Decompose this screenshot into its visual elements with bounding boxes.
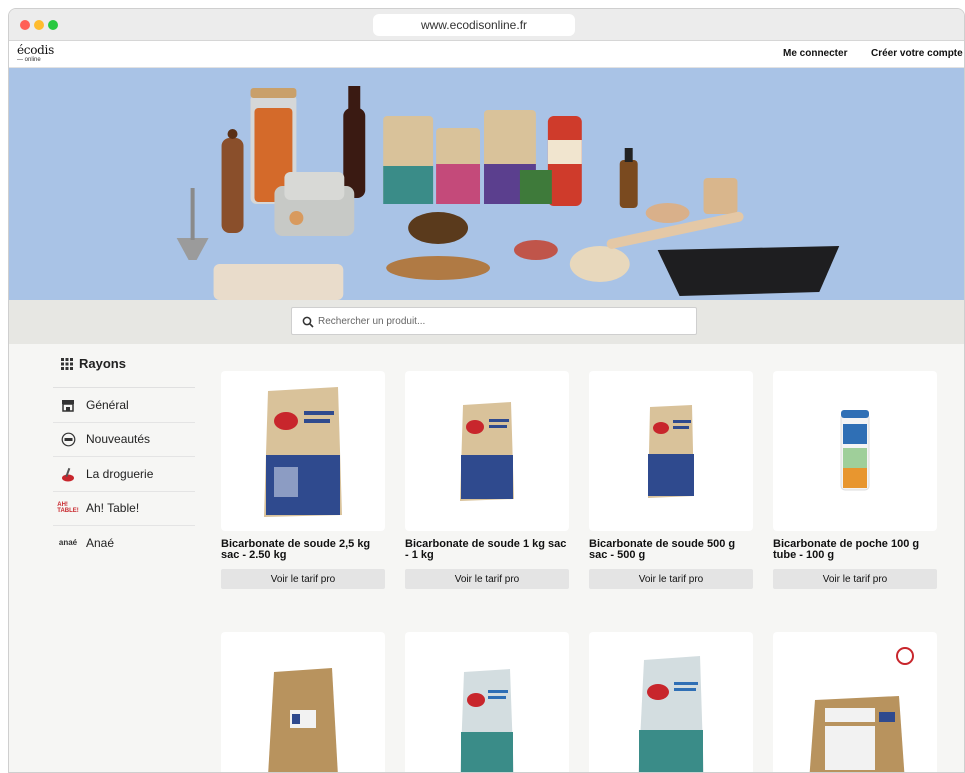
search-icon — [302, 316, 314, 328]
minimize-window-button[interactable] — [34, 20, 44, 30]
view-pro-price-button[interactable]: Voir le tarif pro — [221, 569, 385, 589]
view-pro-price-button[interactable]: Voir le tarif pro — [773, 569, 937, 589]
product-card[interactable]: Bicarbonate de soude 1 kg sac - 1 kg Voi… — [405, 371, 569, 589]
product-image[interactable] — [773, 632, 937, 772]
store-icon — [59, 397, 77, 413]
rayons-title-text: Rayons — [79, 356, 126, 371]
product-card[interactable]: Bicarbonate de poche 100 g tube - 100 g … — [773, 371, 937, 589]
ah-table-logo-text: AH! TABLE! — [57, 502, 79, 515]
site-logo[interactable]: écodis — online — [17, 44, 57, 66]
product-name[interactable]: Bicarbonate de soude 500 g sac - 500 g — [589, 539, 753, 561]
sidebar-item-label: Nouveautés — [86, 432, 151, 447]
product-image[interactable] — [589, 371, 753, 531]
sidebar-item-general[interactable]: Général — [53, 388, 195, 423]
view-pro-price-button[interactable]: Voir le tarif pro — [405, 569, 569, 589]
product-name[interactable]: Bicarbonate de soude 1 kg sac - 1 kg — [405, 539, 569, 561]
product-image[interactable] — [589, 632, 753, 772]
logo-main-text: écodis — [17, 43, 54, 57]
sidebar-item-ah-table[interactable]: AH! TABLE! Ah! Table! — [53, 492, 195, 526]
sidebar-item-label: Ah! Table! — [86, 501, 140, 516]
site-header: écodis — online Me connecter Créer votre… — [9, 41, 964, 68]
rayons-sidebar: Rayons Général Nouveautés La droguerie A… — [53, 354, 195, 561]
anae-logo-icon: anaé — [59, 535, 77, 551]
sidebar-item-label: Général — [86, 397, 129, 412]
grid-icon — [61, 358, 73, 370]
product-card[interactable] — [773, 632, 937, 772]
sidebar-item-label: Anaé — [86, 536, 115, 551]
view-pro-price-button[interactable]: Voir le tarif pro — [589, 569, 753, 589]
new-badge-icon — [59, 431, 77, 447]
address-bar[interactable]: www.ecodisonline.fr — [373, 14, 575, 36]
search-input[interactable] — [318, 312, 688, 330]
product-name[interactable]: Bicarbonate de poche 100 g tube - 100 g — [773, 539, 937, 561]
product-name[interactable]: Bicarbonate de soude 2,5 kg sac - 2.50 k… — [221, 539, 385, 561]
product-card[interactable]: Bicarbonate de soude 500 g sac - 500 g V… — [589, 371, 753, 589]
browser-window: www.ecodisonline.fr écodis — online Me c… — [8, 8, 965, 773]
product-image[interactable] — [221, 371, 385, 531]
search-box[interactable] — [291, 307, 697, 335]
sidebar-item-anae[interactable]: anaé Anaé — [53, 526, 195, 561]
product-card[interactable] — [221, 632, 385, 772]
rayons-heading: Rayons — [53, 354, 195, 388]
search-band — [9, 300, 964, 344]
product-image[interactable] — [773, 371, 937, 531]
close-window-button[interactable] — [20, 20, 30, 30]
product-image[interactable] — [405, 371, 569, 531]
droguerie-logo-icon — [59, 466, 77, 482]
product-card[interactable] — [405, 632, 569, 772]
product-card[interactable] — [589, 632, 753, 772]
signup-link[interactable]: Créer votre compte — [871, 48, 963, 59]
maximize-window-button[interactable] — [48, 20, 58, 30]
browser-toolbar: www.ecodisonline.fr — [9, 9, 964, 41]
sidebar-item-label: La droguerie — [86, 466, 154, 481]
product-image[interactable] — [221, 632, 385, 772]
product-card[interactable]: Bicarbonate de soude 2,5 kg sac - 2.50 k… — [221, 371, 385, 589]
sidebar-item-la-droguerie[interactable]: La droguerie — [53, 457, 195, 492]
hero-banner-image — [9, 68, 964, 300]
login-link[interactable]: Me connecter — [783, 48, 847, 59]
anae-logo-text: anaé — [58, 538, 78, 548]
product-image[interactable] — [405, 632, 569, 772]
sidebar-item-nouveautes[interactable]: Nouveautés — [53, 423, 195, 457]
logo-sub-text: — online — [17, 57, 41, 63]
ah-table-logo-icon: AH! TABLE! — [57, 500, 79, 516]
